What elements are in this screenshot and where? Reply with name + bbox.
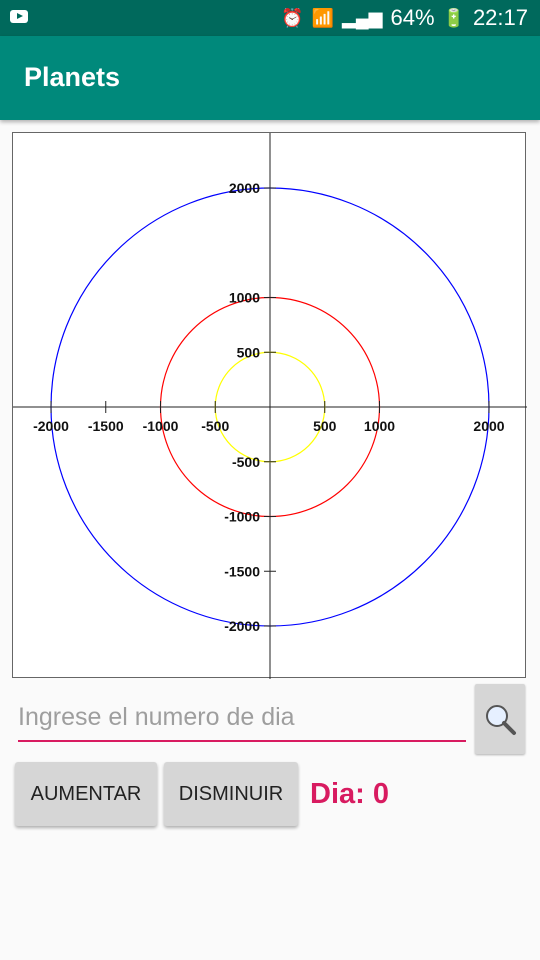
decrease-button[interactable]: DISMINUIR [164,762,298,826]
battery-percent: 64% [390,5,435,30]
clock: 22:17 [472,5,528,30]
y-tick-label: 2000 [229,180,260,196]
y-tick-label: 500 [237,344,261,360]
app-title: Planets [24,62,121,92]
youtube-notification-icon [10,10,28,23]
status-icons: ⏰ 📶 ▂▄▆ 64% 🔋 22:17 [281,0,528,36]
magnifier-icon [486,705,516,735]
alarm-icon: ⏰ [281,7,304,28]
y-tick-label: -1000 [224,509,260,525]
status-bar: ⏰ 📶 ▂▄▆ 64% 🔋 22:17 [0,0,540,36]
x-tick-label: 1000 [364,418,395,434]
increase-button[interactable]: AUMENTAR [15,762,157,826]
x-tick-label: -2000 [33,418,69,434]
day-input-wrapper [18,694,466,748]
battery-charging-icon: 🔋 [442,7,465,28]
orbit-plot: -2000 -1500 -1000 -500 500 1000 2000 2000 1000 50… [12,132,527,679]
x-tick-label: -1000 [143,418,179,434]
x-tick-label: 2000 [473,418,504,434]
y-tick-label: 1000 [229,290,260,306]
y-tick-label: -500 [232,454,260,470]
signal-icon: ▂▄▆ [342,7,383,28]
x-tick-label: -500 [201,418,229,434]
y-tick-label: -2000 [224,618,260,634]
wifi-icon: 📶 [311,7,335,28]
orbit-plot-canvas: -2000 -1500 -1000 -500 500 1000 2000 2000 1000 50… [13,133,527,679]
search-button[interactable] [475,684,525,754]
x-tick-label: -1500 [88,418,124,434]
app-bar: Planets [0,36,540,120]
y-tick-label: -1500 [224,563,260,579]
day-number-input[interactable] [18,694,466,742]
day-label: Dia: 0 [310,778,389,810]
x-tick-label: 500 [313,418,337,434]
